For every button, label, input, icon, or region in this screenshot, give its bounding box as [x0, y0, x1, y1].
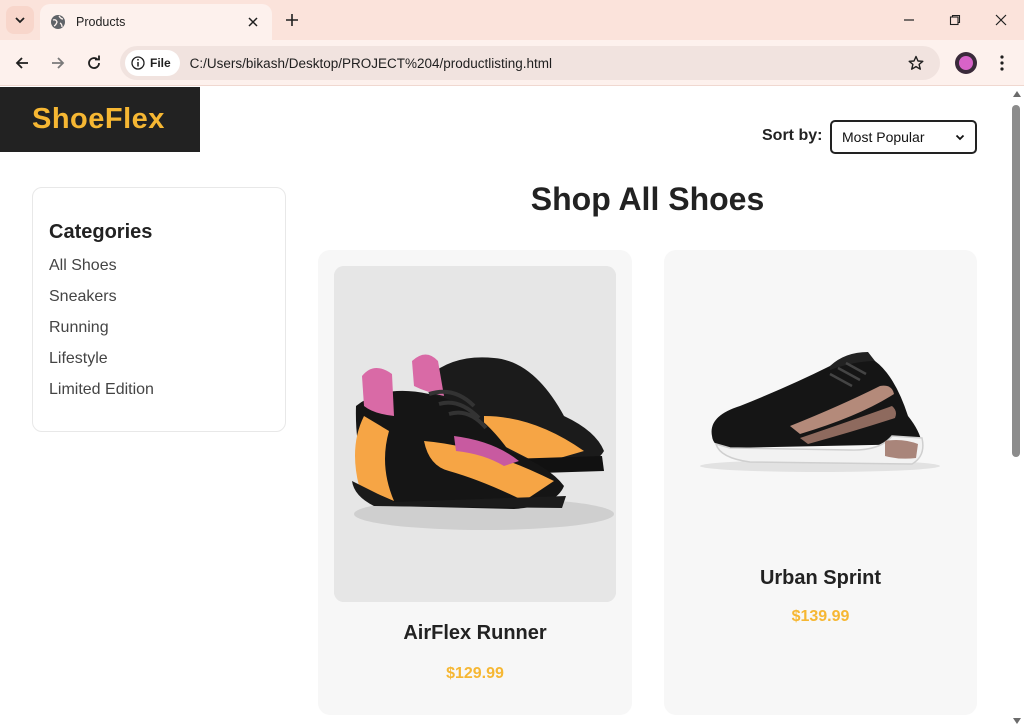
sort-label: Sort by: [762, 127, 823, 144]
scrollbar-thumb[interactable] [1012, 105, 1020, 457]
page-viewport: ShoeFlex Sort by: Most Popular Categorie… [0, 87, 1024, 728]
profile-avatar[interactable] [955, 52, 977, 74]
new-tab-plus-icon[interactable] [282, 10, 302, 30]
logo-text: ShoeFlex [32, 103, 165, 135]
product-name[interactable]: AirFlex Runner [318, 622, 632, 645]
kebab-menu-icon[interactable] [992, 51, 1012, 75]
browser-toolbar: File C:/Users/bikash/Desktop/PROJECT%204… [0, 40, 1024, 86]
minimize-icon[interactable] [899, 10, 919, 30]
category-running[interactable]: Running [49, 318, 269, 349]
restore-icon[interactable] [945, 10, 965, 30]
product-image[interactable] [334, 266, 616, 602]
categories-sidebar: Categories All Shoes Sneakers Running Li… [32, 187, 286, 432]
forward-arrow-icon[interactable] [46, 51, 70, 75]
site-chip-label: File [150, 56, 171, 70]
category-lifestyle[interactable]: Lifestyle [49, 349, 269, 380]
chevron-down-icon [955, 132, 965, 142]
sort-selected-value: Most Popular [842, 129, 925, 145]
product-price: $139.99 [791, 608, 850, 625]
avatar-face [959, 56, 973, 70]
sort-select[interactable]: Most Popular [830, 120, 977, 154]
categories-title: Categories [49, 221, 153, 243]
address-bar[interactable]: File C:/Users/bikash/Desktop/PROJECT%204… [120, 46, 940, 80]
tab-title: Products [76, 15, 126, 29]
browser-tab-products[interactable]: Products [40, 4, 272, 40]
product-card[interactable]: Urban Sprint $139.99 [664, 250, 977, 715]
info-icon [131, 56, 145, 70]
close-tab-icon[interactable] [244, 13, 262, 31]
back-arrow-icon[interactable] [10, 51, 34, 75]
sneaker-pair-image [334, 266, 616, 602]
product-image[interactable] [680, 266, 961, 551]
chevron-down-icon [15, 17, 25, 24]
category-all-shoes[interactable]: All Shoes [49, 256, 269, 287]
globe-icon [50, 14, 66, 30]
sneaker-image [680, 266, 961, 551]
site-logo[interactable]: ShoeFlex [0, 87, 200, 152]
page-title: Shop All Shoes [530, 181, 765, 217]
tab-search-button[interactable] [6, 6, 34, 34]
browser-tab-strip: Products [0, 0, 1024, 40]
url-text[interactable]: C:/Users/bikash/Desktop/PROJECT%204/prod… [190, 56, 904, 71]
category-sneakers[interactable]: Sneakers [49, 287, 269, 318]
scroll-up-arrow-icon[interactable] [1013, 91, 1021, 97]
page-scrollbar[interactable] [1009, 87, 1024, 728]
product-price: $129.99 [446, 665, 504, 682]
scroll-down-arrow-icon[interactable] [1013, 718, 1021, 724]
product-name[interactable]: Urban Sprint [664, 567, 977, 590]
site-info-chip[interactable]: File [125, 50, 180, 76]
bookmark-star-icon[interactable] [904, 51, 928, 75]
product-card[interactable]: AirFlex Runner $129.99 [318, 250, 632, 715]
category-limited-edition[interactable]: Limited Edition [49, 380, 269, 411]
close-window-icon[interactable] [991, 10, 1011, 30]
reload-icon[interactable] [82, 51, 106, 75]
